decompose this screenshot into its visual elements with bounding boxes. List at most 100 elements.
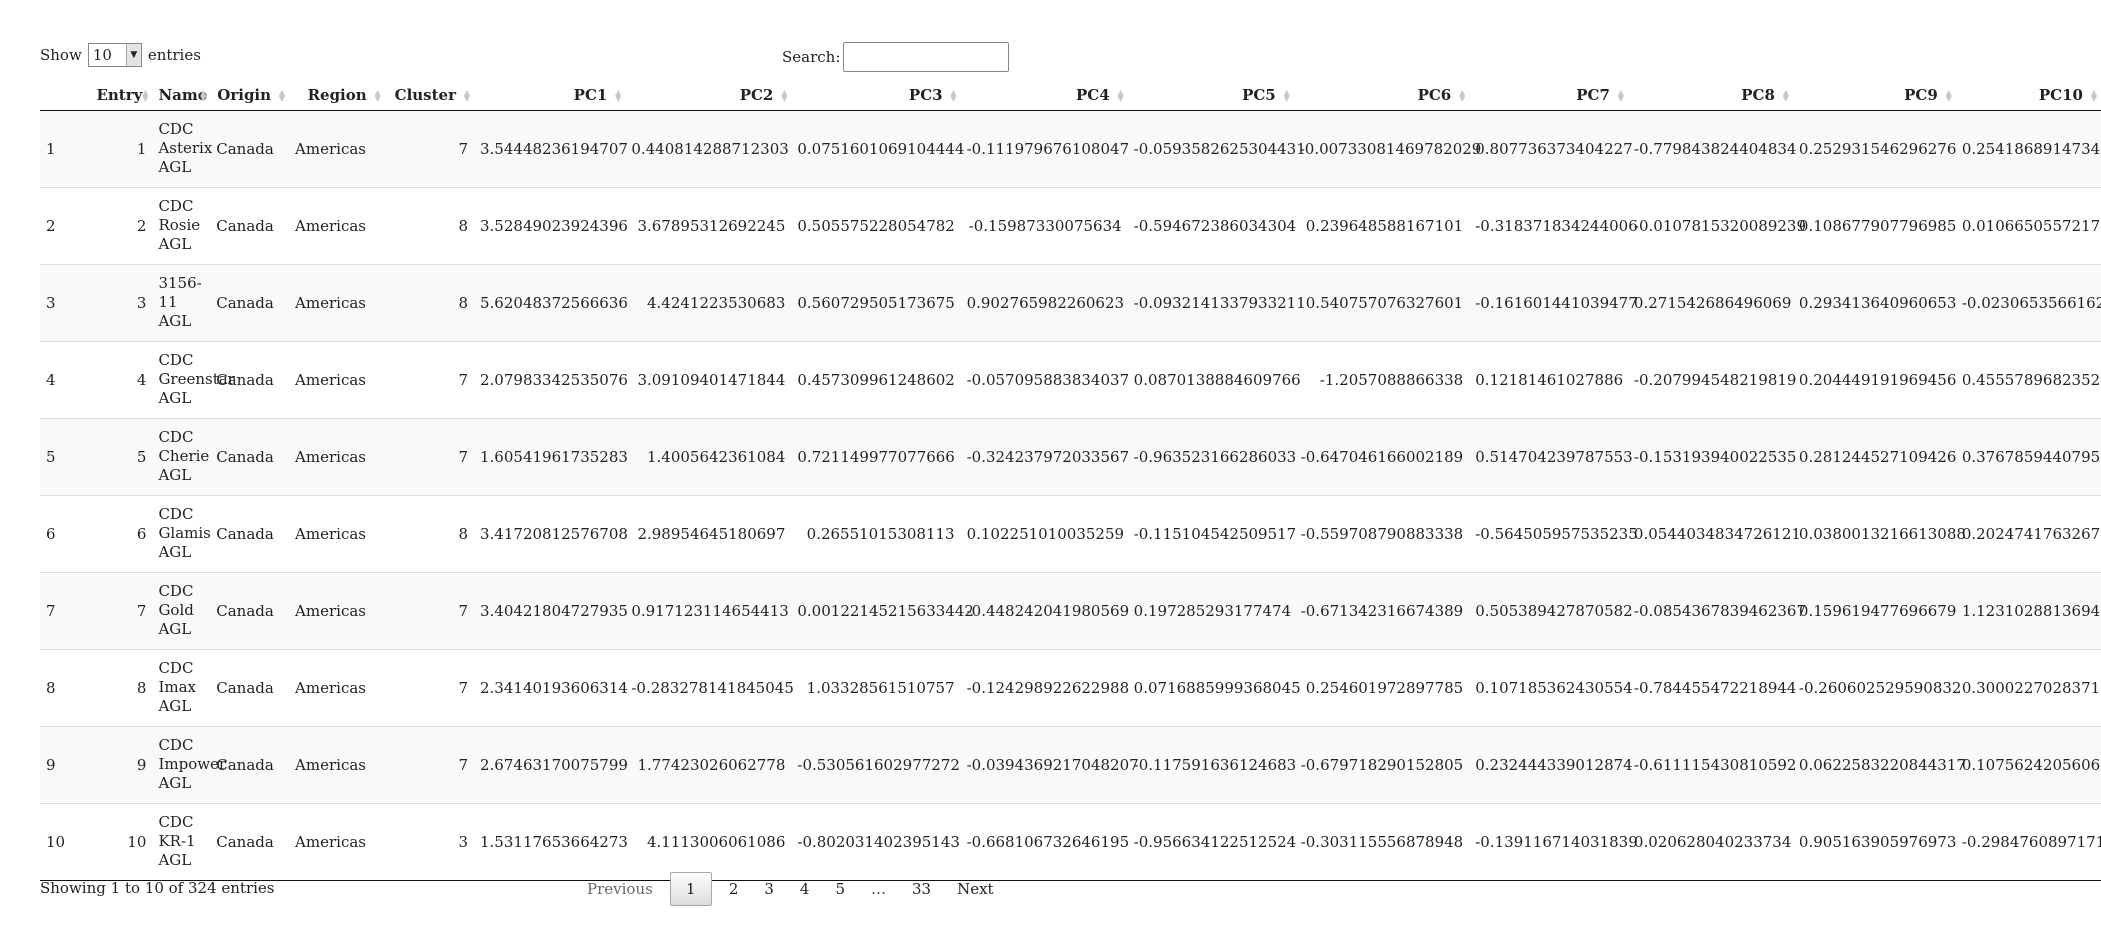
column-header-entry[interactable]: Entry ▲ ▼: [90, 80, 153, 111]
cell-pc8: -0.207994548219819: [1627, 340, 1796, 418]
cell-name: CDC Gold AGL: [152, 571, 211, 649]
cell-name: CDC Impower AGL: [152, 725, 226, 803]
column-header-cluster[interactable]: Cluster ▲ ▼: [384, 80, 474, 111]
column-header-name[interactable]: Name ▲ ▼: [152, 80, 211, 111]
cell-pc1: 2.34140193606314: [474, 648, 628, 726]
column-header-pc3[interactable]: PC3 ▲ ▼: [791, 80, 961, 111]
page-button-4[interactable]: 4: [787, 880, 823, 898]
cell-index: 7: [40, 571, 91, 649]
cell-pc2: 4.4241223530683: [625, 263, 792, 341]
sort-both-icon: ▲ ▼: [1782, 87, 1789, 103]
column-header-pc2[interactable]: PC2 ▲ ▼: [625, 80, 792, 111]
column-header-pc4[interactable]: PC4 ▲ ▼: [960, 80, 1128, 111]
page-button-1[interactable]: 1: [669, 872, 712, 906]
table-row[interactable]: 6 6 CDC Glamis AGL Canada Americas 8 3.4172081…: [40, 494, 2101, 572]
entries-select[interactable]: 10 ▼: [87, 43, 142, 67]
cell-name: 3156-11 AGL: [152, 263, 211, 341]
cell-pc2: 0.917123114654413: [625, 571, 792, 649]
table-row[interactable]: 5 5 CDC Cherie AGL Canada Americas 7 1.6054196…: [40, 417, 2101, 495]
cell-index: 4: [40, 340, 91, 418]
cell-pc4: -0.0394369217048207: [960, 725, 1139, 803]
cell-pc1: 3.54448236194707: [474, 110, 628, 187]
length-control: Show 10 ▼ entries: [40, 42, 201, 68]
cell-pc9: 0.108677907796985: [1792, 186, 1956, 264]
cell-pc5: -0.115104542509517: [1127, 494, 1296, 572]
column-header-region[interactable]: Region ▲ ▼: [289, 80, 385, 111]
cell-pc6: -0.679718290152805: [1293, 725, 1470, 803]
cell-pc10: 0.254186891473437: [1955, 110, 2101, 187]
search-input[interactable]: [843, 42, 1010, 72]
cell-pc2: 3.67895312692245: [625, 186, 792, 264]
cell-index: 5: [40, 417, 91, 495]
cell-index: 8: [40, 648, 91, 726]
column-header-pc6[interactable]: PC6 ▲ ▼: [1293, 80, 1470, 111]
cell-pc8: -0.779843824404834: [1627, 110, 1796, 187]
cell-pc9: -0.260602529590832: [1792, 648, 1961, 726]
cell-pc6: -1.2057088866338: [1293, 340, 1470, 418]
table-row[interactable]: 9 9 CDC Impower AGL Canada Americas 7 2.674631…: [40, 725, 2101, 803]
page-button-33[interactable]: 33: [899, 880, 944, 898]
cell-pc9: 0.204449191969456: [1792, 340, 1956, 418]
column-header-pc5[interactable]: PC5 ▲ ▼: [1127, 80, 1294, 111]
cell-pc4: -0.448242041980569: [960, 571, 1129, 649]
table-row[interactable]: 2 2 CDC Rosie AGL Canada Americas 8 3.52849023…: [40, 186, 2101, 264]
page-button-2[interactable]: 2: [716, 880, 752, 898]
sort-both-icon: ▲ ▼: [1117, 87, 1124, 103]
cell-index: 2: [40, 186, 91, 264]
cell-pc10: 0.455578968235245: [1955, 340, 2101, 418]
column-header-origin[interactable]: Origin ▲ ▼: [210, 80, 290, 111]
cell-origin: Canada: [210, 494, 290, 572]
cell-name: CDC Glamis AGL: [152, 494, 211, 572]
cell-pc3: 0.00122145215633442: [791, 571, 974, 649]
cell-pc7: -0.564505957535235: [1469, 494, 1638, 572]
cell-pc1: 3.41720812576708: [474, 494, 628, 572]
cell-pc6: -0.671342316674389: [1293, 571, 1470, 649]
cell-entry: 7: [90, 571, 153, 649]
cell-cluster: 7: [384, 340, 474, 418]
cell-origin: Canada: [210, 110, 290, 187]
cell-pc8: -0.0107815320089239: [1627, 186, 1806, 264]
table-row[interactable]: 7 7 CDC Gold AGL Canada Americas 7 3.404218047…: [40, 571, 2101, 649]
cell-pc4: -0.124298922622988: [960, 648, 1129, 726]
previous-button[interactable]: Previous: [574, 880, 666, 898]
cell-name: CDC Rosie AGL: [152, 186, 211, 264]
cell-pc7: 0.232444339012874: [1469, 725, 1633, 803]
cell-pc2: -0.283278141845045: [625, 648, 794, 726]
sort-both-icon: ▲ ▼: [278, 87, 286, 103]
cell-pc3: 1.03328561510757: [791, 648, 961, 726]
next-button[interactable]: Next: [944, 880, 1007, 898]
sort-both-icon: ▲ ▼: [374, 87, 381, 103]
cell-pc8: -0.0854367839462367: [1627, 571, 1806, 649]
cell-pc3: 0.457309961248602: [791, 340, 961, 418]
cell-pc9: 0.293413640960653: [1792, 263, 1956, 341]
table-row[interactable]: 8 8 CDC Imax AGL Canada Americas 7 2.341401936…: [40, 648, 2101, 726]
column-header-pc8[interactable]: PC8 ▲ ▼: [1627, 80, 1793, 111]
page-button-3[interactable]: 3: [751, 880, 787, 898]
column-header-pc10[interactable]: PC10 ▲ ▼: [1955, 80, 2101, 111]
table-row[interactable]: 3 3 3156-11 AGL Canada Americas 8 5.6204837256…: [40, 263, 2101, 341]
sort-both-icon: ▲ ▼: [1459, 87, 1466, 103]
cell-index: 9: [40, 725, 91, 803]
table-row[interactable]: 1 1 CDC Asterix AGL Canada Americas 7 3.544482…: [40, 110, 2101, 187]
sort-both-icon: ▲ ▼: [463, 87, 470, 103]
cell-pc8: 0.271542686496069: [1627, 263, 1793, 341]
table-footer: Showing 1 to 10 of 324 entries Previous 1…: [40, 869, 2101, 909]
column-header-pc1[interactable]: PC1 ▲ ▼: [474, 80, 626, 111]
table-row[interactable]: 4 4 CDC Greenstar AGL Canada Americas 7 2.0798…: [40, 340, 2101, 418]
column-header-pc7[interactable]: PC7 ▲ ▼: [1469, 80, 1628, 111]
cell-pc3: -0.530561602977272: [791, 725, 961, 803]
pagination: Previous 1 2 3 4 5 … 33 Next: [574, 869, 1007, 909]
cell-region: Americas: [289, 186, 385, 264]
cell-pc7: 0.107185362430554: [1469, 648, 1633, 726]
page-button-5[interactable]: 5: [822, 880, 858, 898]
cell-cluster: 8: [384, 494, 474, 572]
column-header-index[interactable]: [40, 80, 91, 111]
cell-region: Americas: [289, 417, 385, 495]
cell-origin: Canada: [210, 648, 290, 726]
cell-entry: 1: [90, 110, 153, 187]
column-header-pc9[interactable]: PC9 ▲ ▼: [1792, 80, 1956, 111]
cell-pc4: 0.102251010035259: [960, 494, 1128, 572]
cell-cluster: 7: [384, 417, 474, 495]
cell-pc6: -0.559708790883338: [1293, 494, 1470, 572]
cell-pc10: 0.300022702837176: [1955, 648, 2101, 726]
